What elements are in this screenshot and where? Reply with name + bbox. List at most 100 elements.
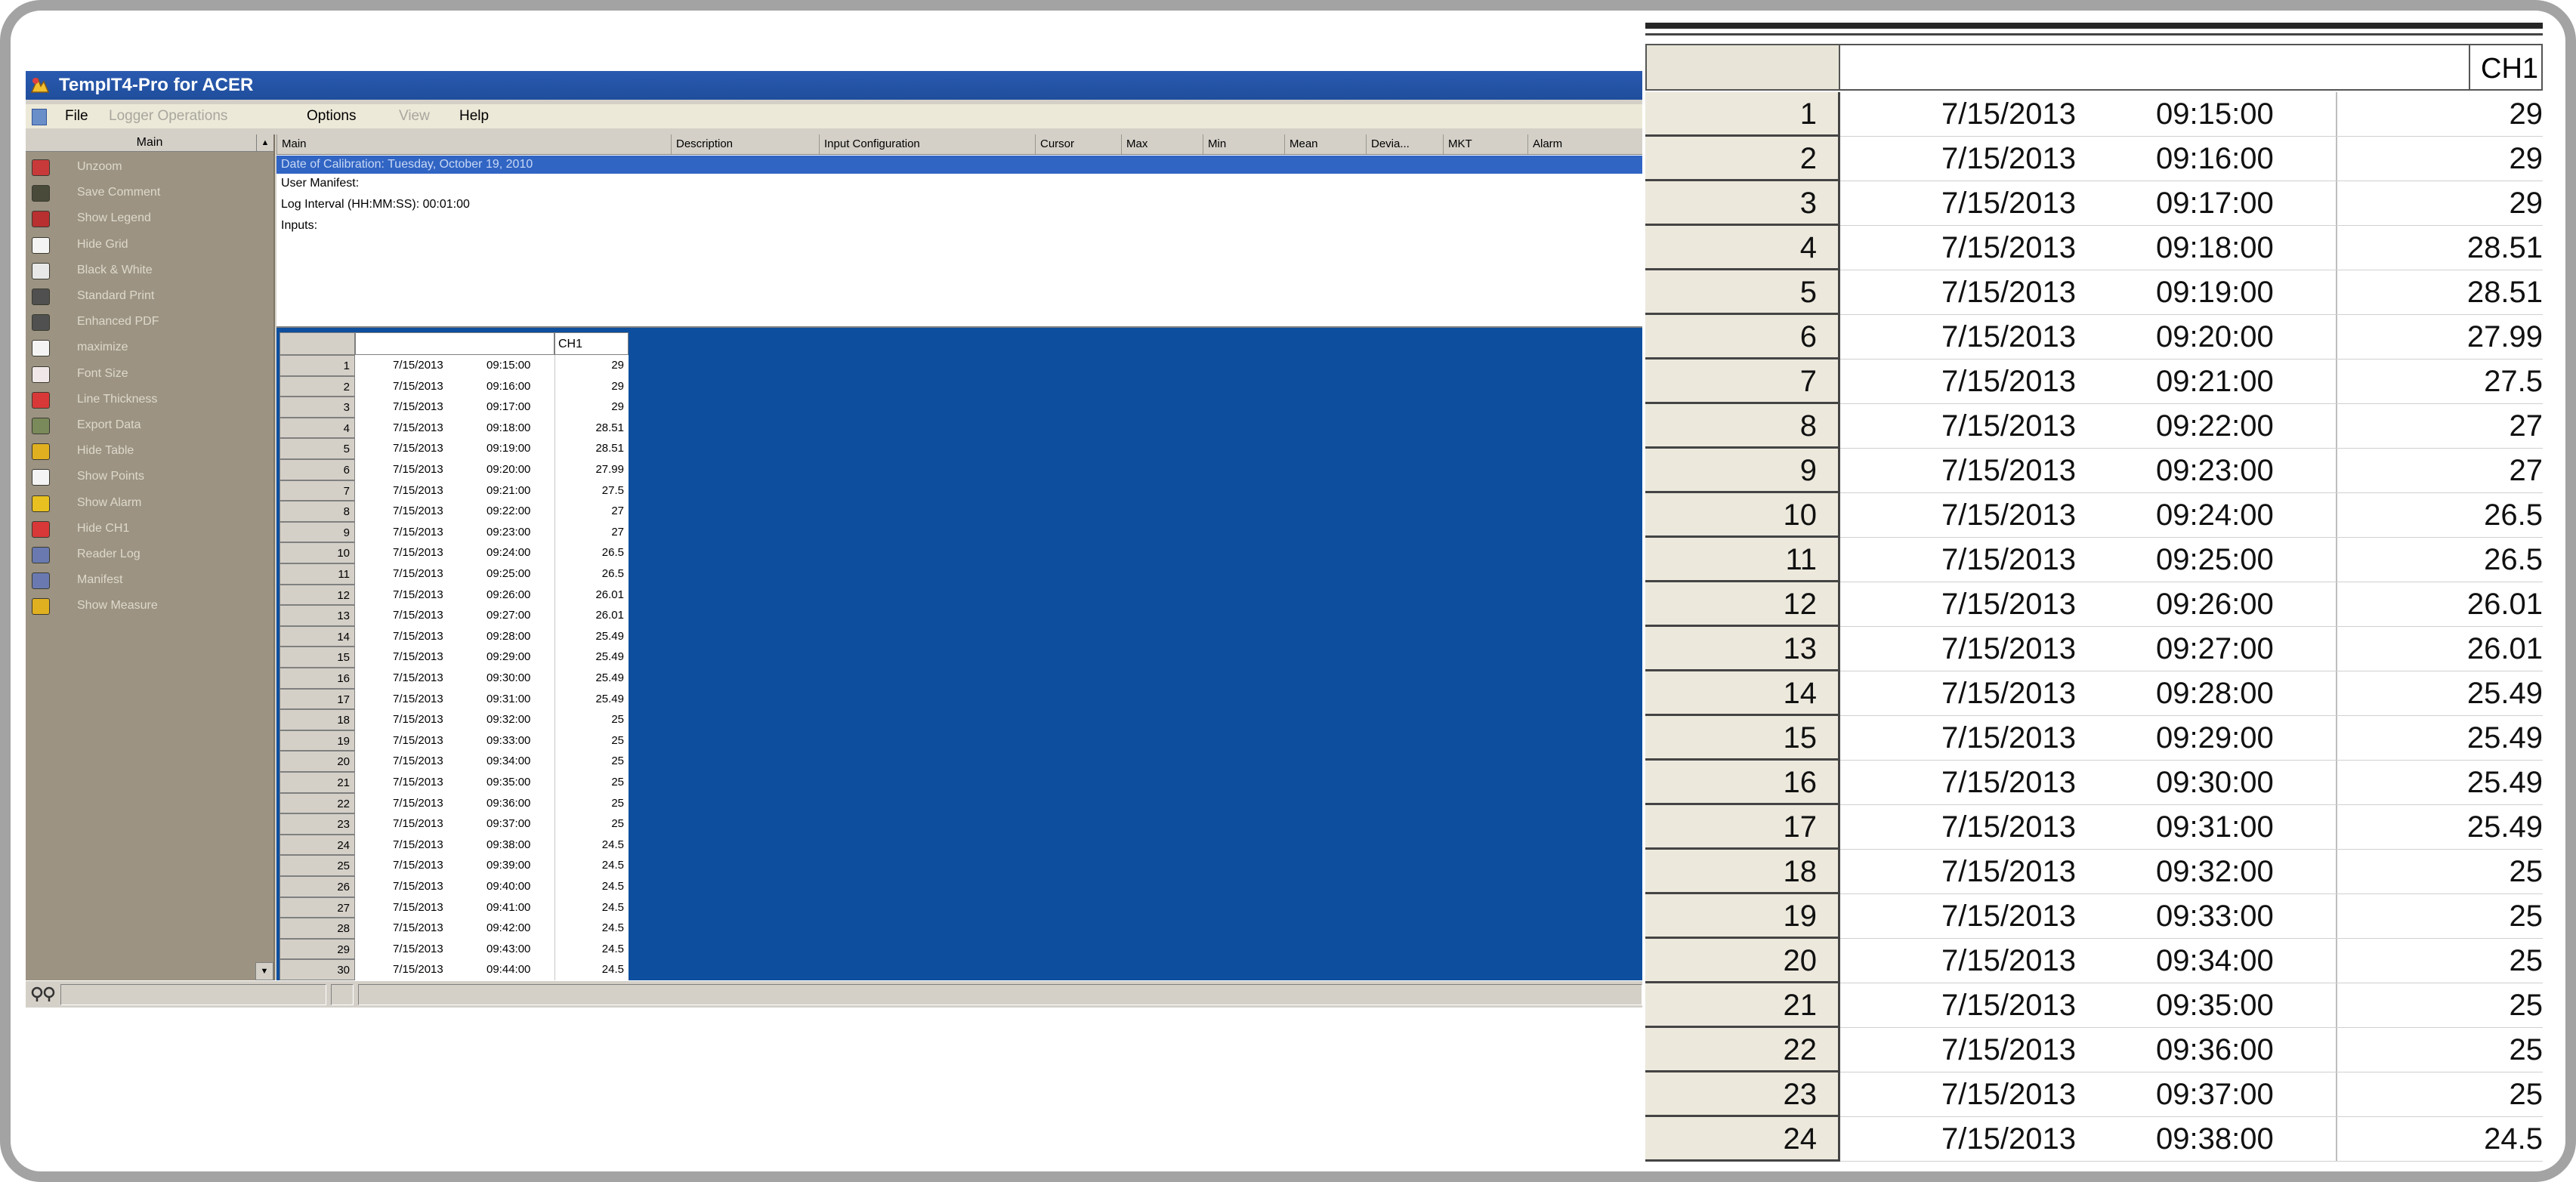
date-cell: 7/15/2013: [1941, 142, 2076, 175]
calibration-row[interactable]: Date of Calibration: Tuesday, October 19…: [276, 156, 1642, 174]
table-row[interactable]: 4 7/15/2013 09:18:00 28.51: [1645, 226, 2543, 270]
table-row[interactable]: 8 7/15/2013 09:22:00 27: [280, 501, 629, 522]
scroll-up-icon[interactable]: ▲: [256, 134, 273, 151]
table-row[interactable]: 12 7/15/2013 09:26:00 26.01: [1645, 582, 2543, 627]
table-row[interactable]: 27 7/15/2013 09:41:00 24.5: [280, 897, 629, 918]
table-row[interactable]: 20 7/15/2013 09:34:00 25: [1645, 939, 2543, 983]
sidebar-item-show-points[interactable]: Show Points: [29, 464, 255, 489]
sidebar-item-line-thickness[interactable]: Line Thickness: [29, 387, 255, 412]
table-row[interactable]: 9 7/15/2013 09:23:00 27: [1645, 449, 2543, 493]
table-row[interactable]: 15 7/15/2013 09:29:00 25.49: [280, 647, 629, 668]
sidebar-item-standard-print[interactable]: Standard Print: [29, 283, 255, 309]
table-row[interactable]: 6 7/15/2013 09:20:00 27.99: [1645, 315, 2543, 360]
table-row[interactable]: 22 7/15/2013 09:36:00 25: [1645, 1028, 2543, 1072]
table-row[interactable]: 13 7/15/2013 09:27:00 26.01: [1645, 627, 2543, 671]
column-max[interactable]: Max: [1121, 134, 1203, 154]
table-row[interactable]: 4 7/15/2013 09:18:00 28.51: [280, 417, 629, 439]
sidebar-item-hide-ch1[interactable]: Hide CH1: [29, 516, 255, 542]
table-row[interactable]: 3 7/15/2013 09:17:00 29: [1645, 181, 2543, 226]
sidebar-item-show-measure[interactable]: Show Measure: [29, 593, 255, 619]
table-row[interactable]: 15 7/15/2013 09:29:00 25.49: [1645, 716, 2543, 761]
sidebar-item-reader-log[interactable]: Reader Log: [29, 542, 255, 567]
table-row[interactable]: 13 7/15/2013 09:27:00 26.01: [280, 605, 629, 626]
column-mkt[interactable]: MKT: [1443, 134, 1527, 154]
sidebar-item-save-comment[interactable]: Save Comment: [29, 180, 255, 205]
table-row[interactable]: 24 7/15/2013 09:38:00 24.5: [280, 834, 629, 856]
table-row[interactable]: 2 7/15/2013 09:16:00 29: [280, 375, 629, 397]
row-number: 13: [1645, 627, 1840, 671]
table-row[interactable]: 14 7/15/2013 09:28:00 25.49: [1645, 671, 2543, 716]
table-row[interactable]: 16 7/15/2013 09:30:00 25.49: [1645, 761, 2543, 805]
table-row[interactable]: 22 7/15/2013 09:36:00 25: [280, 792, 629, 814]
table-row[interactable]: 20 7/15/2013 09:34:00 25: [280, 751, 629, 772]
chart-area[interactable]: CH1 1 7/15/2013 09:15:00 29 2 7/15/2013 09:16:…: [276, 326, 1642, 982]
sidebar-item-unzoom[interactable]: Unzoom: [29, 154, 255, 180]
row-number: 19: [280, 730, 355, 751]
column-cursor[interactable]: Cursor: [1035, 134, 1121, 154]
table-row[interactable]: 18 7/15/2013 09:32:00 25: [280, 709, 629, 730]
table-row[interactable]: 24 7/15/2013 09:38:00 24.5: [1645, 1117, 2543, 1162]
table-row[interactable]: 17 7/15/2013 09:31:00 25.49: [1645, 805, 2543, 850]
sidebar-item-enhanced-pdf[interactable]: Enhanced PDF: [29, 309, 255, 335]
column-mean[interactable]: Mean: [1284, 134, 1366, 154]
table-row[interactable]: 5 7/15/2013 09:19:00 28.51: [280, 438, 629, 459]
table-row[interactable]: 19 7/15/2013 09:33:00 25: [280, 730, 629, 751]
sidebar-item-show-legend[interactable]: Show Legend: [29, 205, 255, 231]
menu-file[interactable]: File: [65, 104, 88, 128]
sidebar-item-maximize[interactable]: maximize: [29, 335, 255, 360]
sidebar-item-hide-table[interactable]: Hide Table: [29, 438, 255, 464]
sidebar-item-hide-grid[interactable]: Hide Grid: [29, 232, 255, 258]
value-cell: 27: [554, 501, 629, 522]
table-row[interactable]: 1 7/15/2013 09:15:00 29: [1645, 92, 2543, 137]
table-row[interactable]: 25 7/15/2013 09:39:00 24.5: [280, 855, 629, 876]
menu-help[interactable]: Help: [459, 104, 489, 128]
table-row[interactable]: 19 7/15/2013 09:33:00 25: [1645, 894, 2543, 939]
table-row[interactable]: 8 7/15/2013 09:22:00 27: [1645, 404, 2543, 449]
column-description[interactable]: Description: [671, 134, 819, 154]
table-row[interactable]: 30 7/15/2013 09:44:00 24.5: [280, 959, 629, 980]
table-row[interactable]: 14 7/15/2013 09:28:00 25.49: [280, 625, 629, 647]
row-number: 7: [1645, 360, 1840, 404]
column-alarm[interactable]: Alarm: [1527, 134, 1642, 154]
table-row[interactable]: 11 7/15/2013 09:25:00 26.5: [1645, 538, 2543, 582]
column-main[interactable]: Main: [276, 134, 671, 154]
sidebar-item-font-size[interactable]: Font Size: [29, 361, 255, 387]
column-deviation[interactable]: Devia...: [1366, 134, 1443, 154]
channel-header[interactable]: CH1: [2470, 44, 2543, 91]
table-row[interactable]: 23 7/15/2013 09:37:00 25: [280, 813, 629, 835]
table-row[interactable]: 6 7/15/2013 09:20:00 27.99: [280, 459, 629, 480]
table-row[interactable]: 7 7/15/2013 09:21:00 27.5: [280, 480, 629, 502]
table-row[interactable]: 21 7/15/2013 09:35:00 25: [280, 772, 629, 793]
table-row[interactable]: 3 7/15/2013 09:17:00 29: [280, 397, 629, 418]
table-row[interactable]: 21 7/15/2013 09:35:00 25: [1645, 983, 2543, 1028]
table-row[interactable]: 28 7/15/2013 09:42:00 24.5: [280, 918, 629, 939]
menu-logger-operations[interactable]: Logger Operations: [109, 104, 227, 128]
table-row[interactable]: 17 7/15/2013 09:31:00 25.49: [280, 688, 629, 710]
channel-header[interactable]: CH1: [554, 332, 629, 355]
table-row[interactable]: 9 7/15/2013 09:23:00 27: [280, 521, 629, 543]
column-input-configuration[interactable]: Input Configuration: [819, 134, 1035, 154]
row-number: 27: [280, 897, 355, 918]
table-row[interactable]: 10 7/15/2013 09:24:00 26.5: [1645, 493, 2543, 538]
menu-view[interactable]: View: [399, 104, 430, 128]
scroll-down-icon[interactable]: ▼: [255, 962, 273, 980]
table-row[interactable]: 26 7/15/2013 09:40:00 24.5: [280, 876, 629, 897]
sidebar-item-manifest[interactable]: Manifest: [29, 567, 255, 593]
menu-options[interactable]: Options: [307, 104, 356, 128]
table-row[interactable]: 12 7/15/2013 09:26:00 26.01: [280, 584, 629, 606]
table-row[interactable]: 29 7/15/2013 09:43:00 24.5: [280, 938, 629, 960]
table-row[interactable]: 2 7/15/2013 09:16:00 29: [1645, 137, 2543, 181]
table-row[interactable]: 7 7/15/2013 09:21:00 27.5: [1645, 360, 2543, 404]
table-row[interactable]: 18 7/15/2013 09:32:00 25: [1645, 850, 2543, 894]
table-row[interactable]: 10 7/15/2013 09:24:00 26.5: [280, 542, 629, 563]
table-row[interactable]: 16 7/15/2013 09:30:00 25.49: [280, 668, 629, 689]
column-min[interactable]: Min: [1203, 134, 1284, 154]
table-row[interactable]: 5 7/15/2013 09:19:00 28.51: [1645, 270, 2543, 315]
sidebar-item-export-data[interactable]: Export Data: [29, 412, 255, 438]
sidebar-item-black-white[interactable]: Black & White: [29, 258, 255, 283]
table-row[interactable]: 1 7/15/2013 09:15:00 29: [280, 355, 629, 376]
table-row[interactable]: 23 7/15/2013 09:37:00 25: [1645, 1072, 2543, 1117]
table-row[interactable]: 11 7/15/2013 09:25:00 26.5: [280, 563, 629, 585]
sidebar-item-show-alarm[interactable]: Show Alarm: [29, 490, 255, 516]
document-icon[interactable]: [32, 109, 47, 125]
